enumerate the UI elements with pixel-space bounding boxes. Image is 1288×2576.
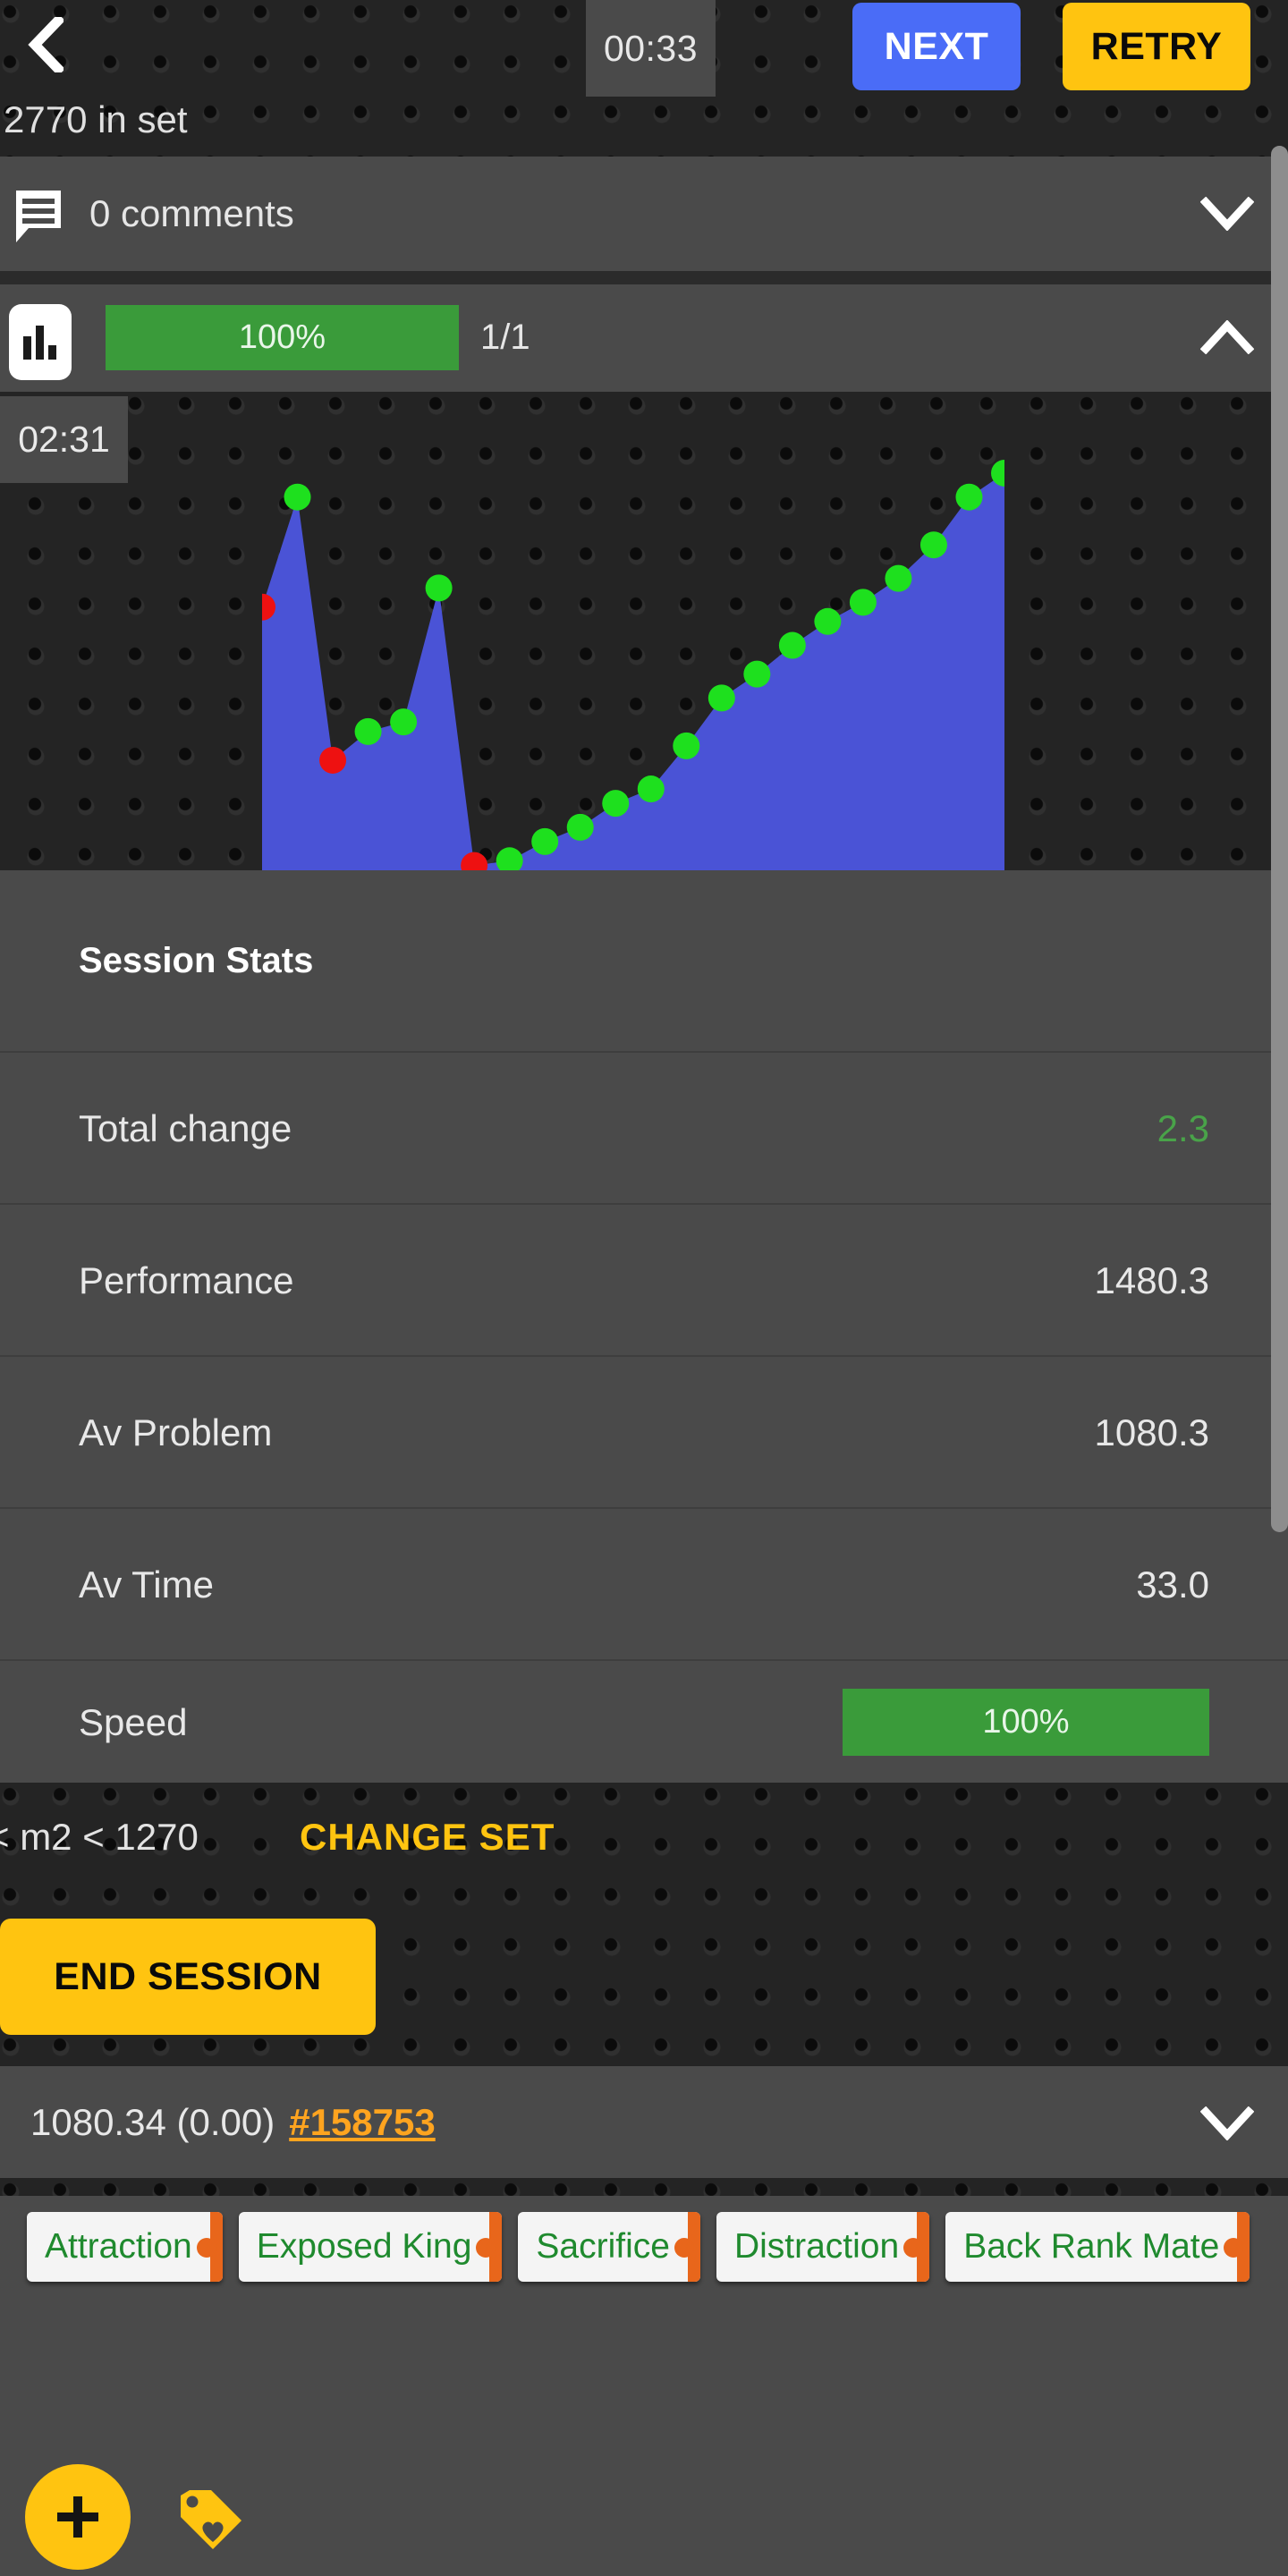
session-stats-screen: 00:33 NEXT RETRY 2770 in set 0 comments <box>0 0 1288 2576</box>
chart-point-correct <box>602 790 630 818</box>
stat-row-av-time: Av Time 33.0 <box>0 1507 1288 1659</box>
chevron-down-icon <box>1200 197 1254 231</box>
chart-point-correct <box>566 813 594 841</box>
tags-list: Attraction Exposed King Sacrifice Distracti… <box>27 2212 1261 2282</box>
bar-chart-icon <box>23 325 56 360</box>
session-progress-bar: 100% <box>106 305 459 370</box>
plus-icon <box>57 2496 98 2538</box>
chart-point-correct <box>390 708 418 736</box>
tag-chip[interactable]: Exposed King <box>238 2212 503 2282</box>
stat-value: 1480.3 <box>1094 1259 1209 1301</box>
chart-area-path <box>262 472 1004 870</box>
stat-row-av-problem: Av Problem 1080.3 <box>0 1355 1288 1507</box>
stat-label: Av Problem <box>79 1411 273 1453</box>
set-range-label: < m2 < 1270 <box>0 1816 199 1858</box>
tag-chip[interactable]: Attraction <box>27 2212 223 2282</box>
add-tag-button[interactable] <box>25 2464 131 2570</box>
comment-bubble-icon <box>16 191 61 242</box>
tag-label: Sacrifice <box>536 2227 670 2266</box>
chart-point-correct <box>284 483 311 511</box>
tag-chip[interactable]: Distraction <box>716 2212 930 2282</box>
change-set-button[interactable]: CHANGE SET <box>300 1816 555 1859</box>
comments-expand-button[interactable] <box>1200 157 1254 271</box>
chart-point-correct <box>885 564 912 592</box>
stat-row-total-change: Total change 2.3 <box>0 1051 1288 1203</box>
stat-label: Av Time <box>79 1563 214 1606</box>
retry-button[interactable]: RETRY <box>1063 3 1250 90</box>
chart-point-correct <box>849 589 877 616</box>
session-fraction-label: 1/1 <box>480 318 530 357</box>
session-chart: 02:31 <box>0 392 1288 870</box>
rating-row[interactable]: 1080.34 (0.00) #158753 <box>0 2066 1288 2178</box>
chart-point-correct <box>637 775 665 803</box>
tag-label: Attraction <box>45 2227 192 2266</box>
chart-svg <box>262 459 1004 870</box>
problem-id-link[interactable]: #158753 <box>289 2101 436 2144</box>
next-button[interactable]: NEXT <box>852 3 1021 90</box>
chevron-down-icon <box>1200 2106 1254 2140</box>
chart-point-incorrect <box>319 746 347 774</box>
tag-heart-icon[interactable] <box>177 2487 249 2556</box>
tag-label: Distraction <box>733 2227 900 2266</box>
stat-label: Total change <box>79 1107 292 1149</box>
chart-point-correct <box>673 732 700 759</box>
chart-point-correct <box>425 574 453 602</box>
stat-row-performance: Performance 1480.3 <box>0 1203 1288 1355</box>
speed-bar: 100% <box>843 1689 1209 1756</box>
stat-value: 2.3 <box>1157 1107 1209 1149</box>
rating-summary: 1080.34 (0.00) #158753 <box>30 2066 436 2178</box>
chart-point-correct <box>778 631 806 659</box>
tag-chip[interactable]: Back Rank Mate <box>945 2212 1250 2282</box>
set-controls: < m2 < 1270 CHANGE SET END SESSION <box>0 1783 1288 2076</box>
stats-icon-button[interactable] <box>9 304 72 380</box>
chart-point-correct <box>354 717 382 745</box>
rating-expand-button[interactable] <box>1200 2066 1254 2181</box>
chart-point-correct <box>743 660 771 688</box>
chart-point-correct <box>919 531 947 559</box>
stat-value: 1080.3 <box>1094 1411 1209 1453</box>
set-count-label: 2770 in set <box>4 98 188 140</box>
chart-plot-area <box>262 392 1004 870</box>
comments-row[interactable]: 0 comments <box>0 157 1288 271</box>
stats-collapse-button[interactable] <box>1200 301 1254 374</box>
stat-row-speed: Speed 100% <box>0 1659 1288 1783</box>
end-session-button[interactable]: END SESSION <box>0 1919 376 2035</box>
comments-count-label: 0 comments <box>89 192 294 234</box>
stat-value: 33.0 <box>1136 1563 1209 1606</box>
progress-header-row: 100% 1/1 <box>0 284 1288 392</box>
chart-point-correct <box>955 483 983 511</box>
chevron-up-icon <box>1200 320 1254 354</box>
tags-divider-background <box>0 2178 1288 2198</box>
stat-label: Speed <box>79 1701 188 1743</box>
session-stats-title: Session Stats <box>79 940 314 980</box>
chart-point-correct <box>531 827 559 855</box>
countdown-timer: 00:33 <box>586 0 716 97</box>
top-bar: 00:33 NEXT RETRY 2770 in set <box>0 0 1288 143</box>
chart-point-correct <box>496 847 523 870</box>
session-stats-panel: Session Stats Total change 2.3 Performan… <box>0 870 1288 1783</box>
tag-chip[interactable]: Sacrifice <box>518 2212 700 2282</box>
chart-point-correct <box>708 684 735 712</box>
rating-value: 1080.34 (0.00) <box>30 2100 275 2143</box>
back-button[interactable] <box>5 0 86 89</box>
elapsed-time-label: 02:31 <box>0 396 128 483</box>
vertical-scrollbar[interactable] <box>1271 146 1288 1532</box>
tag-label: Back Rank Mate <box>963 2227 1220 2266</box>
tag-label: Exposed King <box>256 2227 472 2266</box>
stat-label: Performance <box>79 1259 294 1301</box>
chevron-left-icon <box>28 17 64 72</box>
chart-point-correct <box>814 607 842 635</box>
